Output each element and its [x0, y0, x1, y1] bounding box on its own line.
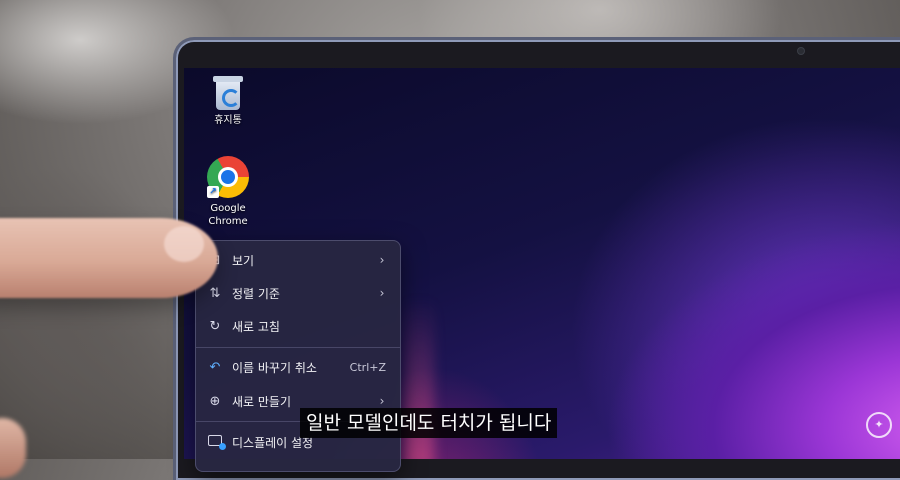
- chrome-icon: ↗: [207, 156, 249, 198]
- menu-item-label: 이름 바꾸기 취소: [232, 360, 317, 375]
- undo-icon: ↶: [209, 359, 221, 375]
- shortcut-arrow-icon: ↗: [207, 186, 219, 198]
- finger-touching-screen: [0, 218, 218, 298]
- menu-item-label: 보기: [232, 253, 255, 268]
- menu-item-undo-rename[interactable]: ↶ 이름 바꾸기 취소 Ctrl+Z: [200, 352, 396, 382]
- chevron-right-icon: ›: [379, 286, 385, 300]
- menu-item-sort-by[interactable]: ⇅ 정렬 기준 ›: [200, 278, 396, 308]
- desktop-icon-label: Chrome: [208, 216, 248, 227]
- chevron-right-icon: ›: [379, 253, 385, 267]
- refresh-icon: ↻: [209, 318, 221, 334]
- menu-separator: [196, 347, 400, 348]
- desktop-icon-label: 휴지통: [214, 115, 242, 126]
- chevron-right-icon: ›: [379, 394, 385, 408]
- webcam: [798, 48, 804, 54]
- sort-arrows-icon: ⇅: [209, 285, 221, 301]
- desktop-icon-label: Google: [210, 203, 246, 214]
- video-subtitle: 일반 모델인데도 터치가 됩니다: [300, 408, 558, 438]
- channel-logo-icon: ✦: [866, 412, 892, 438]
- recycle-bin-icon: [213, 76, 243, 110]
- display-settings-icon: [206, 434, 226, 450]
- add-circle-icon: ⊕: [209, 393, 221, 409]
- menu-item-label: 새로 고침: [232, 319, 280, 334]
- menu-item-label: 새로 만들기: [232, 394, 292, 409]
- menu-item-label: 정렬 기준: [232, 286, 280, 301]
- desktop-icon-recycle-bin[interactable]: 휴지통: [198, 76, 258, 127]
- menu-item-view[interactable]: ⊞ 보기 ›: [200, 245, 396, 275]
- menu-item-shortcut: Ctrl+Z: [349, 360, 386, 374]
- desktop-icon-chrome[interactable]: ↗ Google Chrome: [198, 156, 258, 228]
- menu-item-refresh[interactable]: ↻ 새로 고침: [200, 311, 396, 341]
